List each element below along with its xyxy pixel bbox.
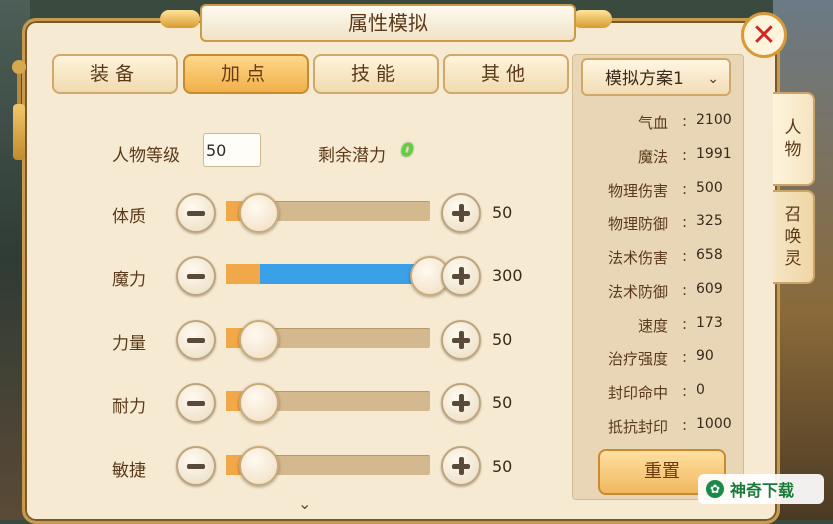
minus-button[interactable] — [176, 383, 216, 423]
side-tab-summon[interactable]: 召唤灵 — [773, 190, 815, 284]
attribute-value: 50 — [492, 203, 513, 222]
remaining-points-value: 0 — [401, 140, 414, 161]
chevron-down-icon[interactable]: ⌄ — [298, 494, 311, 513]
stat-value: 2100 — [696, 112, 732, 128]
level-input[interactable]: 50 — [203, 133, 261, 167]
title-ornament-left — [160, 10, 200, 28]
attribute-value: 50 — [492, 330, 513, 349]
scheme-dropdown[interactable]: 模拟方案1 ⌄ — [581, 58, 731, 96]
stat-name: 物理伤害 — [607, 182, 668, 200]
tassel-ornament — [12, 60, 26, 170]
slider-handle[interactable] — [239, 320, 279, 360]
minus-icon — [187, 463, 205, 469]
chevron-down-icon: ⌄ — [707, 71, 719, 87]
stat-row: 法术防御:609 — [607, 281, 723, 301]
stat-name: 魔法 — [637, 148, 668, 166]
slider-fill — [226, 264, 260, 284]
side-tab-label: 人物 — [784, 118, 802, 160]
stat-value: 90 — [696, 348, 714, 364]
stat-value: 658 — [696, 247, 723, 263]
stat-value: 1991 — [696, 146, 732, 162]
stat-row: 物理防御:325 — [607, 213, 723, 233]
minus-icon — [187, 337, 205, 343]
plus-button[interactable] — [441, 383, 481, 423]
leaf-logo-icon: ✿ — [706, 480, 724, 498]
stat-row: 封印命中:0 — [607, 382, 705, 402]
stat-name: 抵抗封印 — [607, 418, 668, 436]
stat-name: 法术伤害 — [607, 249, 668, 267]
attribute-label: 魔力 — [112, 270, 146, 290]
stat-name: 治疗强度 — [607, 350, 668, 368]
slider-handle[interactable] — [239, 446, 279, 486]
stat-row: 气血:2100 — [637, 112, 732, 132]
stat-value: 609 — [696, 281, 723, 297]
title-ornament-right — [572, 10, 612, 28]
plus-button[interactable] — [441, 193, 481, 233]
minus-icon — [187, 210, 205, 216]
stat-value: 0 — [696, 382, 705, 398]
scheme-label: 模拟方案1 — [605, 69, 684, 89]
close-icon[interactable]: ✕ — [741, 12, 787, 58]
stat-row: 速度:173 — [637, 315, 723, 335]
minus-button[interactable] — [176, 256, 216, 296]
side-tab-label: 召唤灵 — [784, 205, 802, 269]
stat-name: 速度 — [637, 317, 668, 335]
attribute-label: 敏捷 — [112, 461, 146, 481]
plus-button[interactable] — [441, 320, 481, 360]
tab-other[interactable]: 其他 — [443, 54, 569, 94]
plus-button[interactable] — [441, 446, 481, 486]
stat-name: 封印命中 — [607, 384, 668, 402]
stat-row: 物理伤害:500 — [607, 180, 723, 200]
slider-track[interactable] — [226, 264, 430, 284]
stat-value: 500 — [696, 180, 723, 196]
tab-equipment[interactable]: 装备 — [52, 54, 178, 94]
tab-skills[interactable]: 技能 — [313, 54, 439, 94]
attribute-label: 力量 — [112, 334, 146, 354]
attribute-value: 50 — [492, 457, 513, 476]
attribute-value: 300 — [492, 266, 523, 285]
attribute-value: 50 — [492, 393, 513, 412]
stat-value: 173 — [696, 315, 723, 331]
remaining-points-label: 剩余潜力 — [318, 146, 386, 166]
stat-name: 物理防御 — [607, 215, 668, 233]
attribute-label: 耐力 — [112, 397, 146, 417]
stat-value: 325 — [696, 213, 723, 229]
watermark-text: 神奇下载 — [730, 481, 795, 500]
window-title: 属性模拟 — [200, 4, 576, 42]
minus-icon — [187, 400, 205, 406]
attribute-label: 体质 — [112, 207, 146, 227]
watermark: ✿ 神奇下载 — [698, 474, 824, 504]
level-label: 人物等级 — [112, 146, 180, 166]
stat-row: 法术伤害:658 — [607, 247, 723, 267]
slider-handle[interactable] — [239, 193, 279, 233]
minus-button[interactable] — [176, 193, 216, 233]
stat-name: 气血 — [637, 114, 668, 132]
slider-handle[interactable] — [239, 383, 279, 423]
minus-button[interactable] — [176, 320, 216, 360]
plus-button[interactable] — [441, 256, 481, 296]
stat-value: 1000 — [696, 416, 732, 432]
side-tab-character[interactable]: 人物 — [773, 92, 815, 186]
stat-name: 法术防御 — [607, 283, 668, 301]
tab-add-points[interactable]: 加点 — [183, 54, 309, 94]
minus-button[interactable] — [176, 446, 216, 486]
stat-row: 抵抗封印:1000 — [607, 416, 732, 436]
stat-row: 魔法:1991 — [637, 146, 732, 166]
minus-icon — [187, 273, 205, 279]
slider-fill-magic — [260, 264, 430, 284]
stat-row: 治疗强度:90 — [607, 348, 714, 368]
